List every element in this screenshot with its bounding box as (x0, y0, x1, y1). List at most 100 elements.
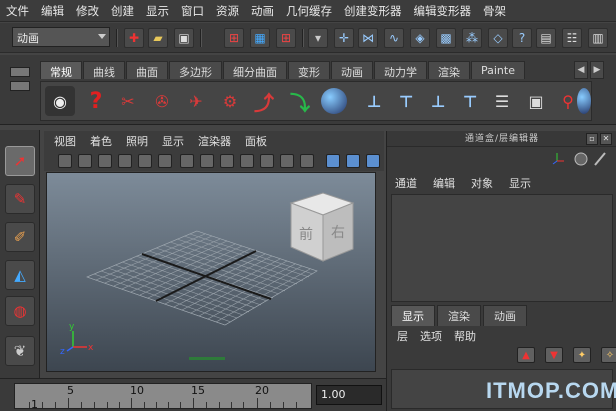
shelf-tab-paint-effects[interactable]: Painte (471, 61, 525, 79)
help-icon[interactable]: ? (512, 28, 532, 48)
shelf-tab-subdivs[interactable]: 细分曲面 (223, 61, 287, 79)
hierarchy-icon-4[interactable]: ⊤ (455, 86, 485, 116)
shelf-tab-general[interactable]: 常规 (40, 61, 82, 79)
grease-pencil-icon[interactable] (158, 154, 172, 168)
new-layer-icon[interactable]: ✦ (573, 347, 591, 363)
menu-window[interactable]: 窗口 (181, 3, 204, 19)
menu-edit[interactable]: 编辑 (41, 3, 64, 19)
snap-plane-icon[interactable]: ◈ (410, 28, 430, 48)
channel-box-list[interactable] (391, 194, 613, 302)
select-object-icon[interactable]: ▦ (250, 28, 270, 48)
shelf-scroll-left-icon[interactable]: ◀ (574, 61, 588, 79)
resolution-gate-icon[interactable] (220, 154, 234, 168)
outliner-icon[interactable]: ☰ (487, 86, 517, 116)
shelf-scroll-right-icon[interactable]: ▶ (590, 61, 604, 79)
layer-tab-render[interactable]: 渲染 (437, 305, 481, 326)
hierarchy-icon-1[interactable]: ⊥ (359, 86, 389, 116)
paint-select-tool-icon[interactable]: ✐ (5, 222, 35, 252)
bookmark-icon[interactable] (98, 154, 112, 168)
select-hierarchy-icon[interactable]: ⊞ (224, 28, 244, 48)
smooth-shade-icon[interactable] (346, 154, 360, 168)
camera-aim-up-icon[interactable]: ✈ (181, 86, 211, 116)
panel-menu-renderer[interactable]: 渲染器 (198, 133, 231, 149)
menu-animate[interactable]: 动画 (251, 3, 274, 19)
layer-menu-options[interactable]: 选项 (420, 328, 442, 344)
menu-skeleton[interactable]: 骨架 (483, 3, 506, 19)
shelf-tab-surfaces[interactable]: 曲面 (126, 61, 168, 79)
graph-editor-icon[interactable]: ▣ (521, 86, 551, 116)
pin-icon[interactable] (594, 152, 606, 166)
wireframe-on-shaded-icon[interactable] (366, 154, 380, 168)
safe-title-icon[interactable] (300, 154, 314, 168)
shelf-menu-handle[interactable] (8, 63, 32, 119)
grid-toggle-icon[interactable] (180, 154, 194, 168)
shelf-tab-curves[interactable]: 曲线 (83, 61, 125, 79)
move-tool-icon[interactable]: ◭ (5, 260, 35, 290)
menu-create-deformers[interactable]: 创建变形器 (344, 3, 402, 19)
channel-menu-show[interactable]: 显示 (509, 175, 531, 191)
view-cube[interactable]: 前 右 (289, 192, 355, 262)
film-gate-icon[interactable] (200, 154, 214, 168)
wireframe-icon[interactable] (326, 154, 340, 168)
new-layer-selected-icon[interactable]: ✧ (601, 347, 616, 363)
display-toggle-icon[interactable] (574, 152, 588, 166)
panel-menu-shading[interactable]: 着色 (90, 133, 112, 149)
perspective-viewport[interactable]: 前 右 y x z (46, 172, 376, 372)
camera-tool-icon[interactable]: ✂ (113, 86, 143, 116)
menu-modify[interactable]: 修改 (76, 3, 99, 19)
lasso-tool-icon[interactable]: ✎ (5, 184, 35, 214)
sphere-icon[interactable] (321, 88, 347, 114)
shelf-tab-polygons[interactable]: 多边形 (169, 61, 222, 79)
show-manipulator-icon[interactable]: ❦ (5, 336, 35, 366)
panel-menu-lighting[interactable]: 照明 (126, 133, 148, 149)
shelf-tab-animation[interactable]: 动画 (331, 61, 373, 79)
shelf-tab-rendering[interactable]: 渲染 (428, 61, 470, 79)
snap-grid-icon[interactable]: ✛ (334, 28, 354, 48)
camera-aim-icon[interactable]: ✇ (147, 86, 177, 116)
channel-box-toggle-icon[interactable]: ▥ (588, 28, 608, 48)
rotate-tool-icon[interactable]: ◍ (5, 296, 35, 326)
menu-create[interactable]: 创建 (111, 3, 134, 19)
save-scene-icon[interactable]: ▣ (174, 28, 194, 48)
panel-menu-view[interactable]: 视图 (54, 133, 76, 149)
channel-menu-channels[interactable]: 通道 (395, 175, 417, 191)
layer-tab-display[interactable]: 显示 (391, 305, 435, 326)
selection-mask-icon[interactable]: ▾ (308, 28, 328, 48)
render-settings-icon[interactable]: ▤ (536, 28, 556, 48)
move-layer-up-icon[interactable]: ▲ (517, 347, 535, 363)
menu-edit-deformers[interactable]: 编辑变形器 (414, 3, 472, 19)
panel-menu-panels[interactable]: 面板 (245, 133, 267, 149)
arrow-up-icon[interactable]: ⤴ (249, 86, 279, 116)
shader-sphere-icon[interactable] (577, 88, 591, 114)
field-chart-icon[interactable] (260, 154, 274, 168)
history-icon[interactable]: ⁂ (462, 28, 482, 48)
float-panel-icon[interactable]: ▫ (586, 133, 598, 145)
time-slider-track[interactable]: 5 10 15 20 1 (14, 383, 312, 411)
image-plane-icon[interactable] (118, 154, 132, 168)
hierarchy-icon-3[interactable]: ⊥ (423, 86, 453, 116)
close-icon[interactable]: ✕ (600, 133, 612, 145)
axes-toggle-icon[interactable] (552, 153, 564, 165)
camera-attributes-icon[interactable] (78, 154, 92, 168)
layer-menu-help[interactable]: 帮助 (454, 328, 476, 344)
film-reel-icon[interactable]: ◉ (45, 86, 75, 116)
hierarchy-icon-2[interactable]: ⊤ (391, 86, 421, 116)
new-scene-icon[interactable]: ✚ (124, 28, 144, 48)
move-layer-down-icon[interactable]: ▼ (545, 347, 563, 363)
arrow-down-icon[interactable]: ⤵ (285, 86, 315, 116)
shelf-tab-dynamics[interactable]: 动力学 (374, 61, 427, 79)
select-tool-icon[interactable]: ➚ (5, 146, 35, 176)
safe-action-icon[interactable] (280, 154, 294, 168)
question-mark-icon[interactable]: ? (81, 86, 111, 116)
attribute-editor-icon[interactable]: ☷ (562, 28, 582, 48)
menu-geometry-cache[interactable]: 几何缓存 (286, 3, 332, 19)
shelf-tab-deformation[interactable]: 变形 (288, 61, 330, 79)
gate-mask-icon[interactable] (240, 154, 254, 168)
channel-menu-object[interactable]: 对象 (471, 175, 493, 191)
layer-menu-layers[interactable]: 层 (397, 328, 408, 344)
snap-point-icon[interactable]: ∿ (384, 28, 404, 48)
select-component-icon[interactable]: ⊞ (276, 28, 296, 48)
snap-surface-icon[interactable]: ▩ (436, 28, 456, 48)
channel-menu-edit[interactable]: 编辑 (433, 175, 455, 191)
two-d-pan-icon[interactable] (138, 154, 152, 168)
